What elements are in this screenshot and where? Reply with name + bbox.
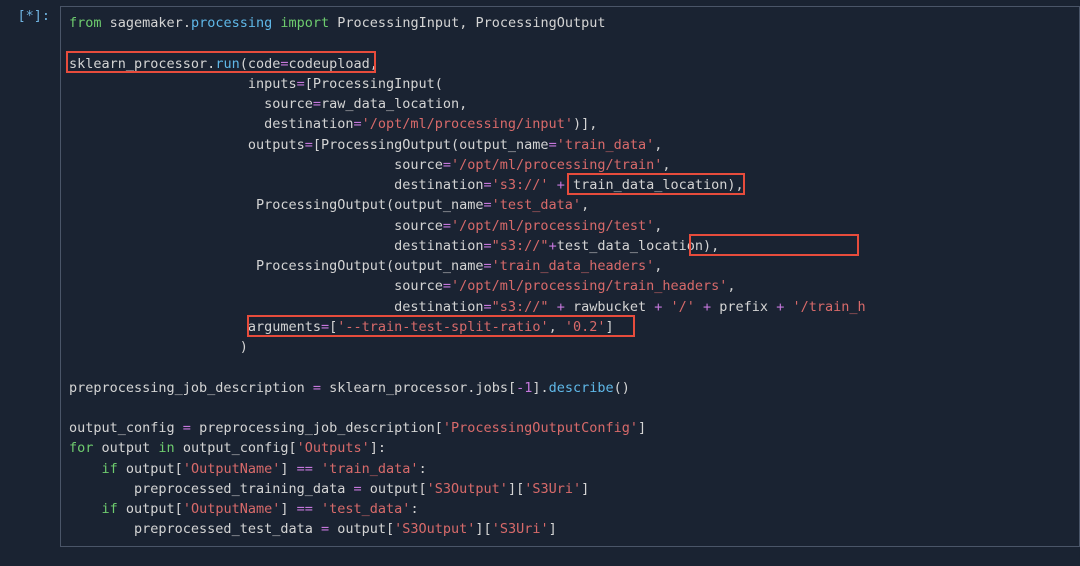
code-content[interactable]: from sagemaker.processing import Process… bbox=[69, 13, 1071, 540]
cell-prompt: [*]: bbox=[8, 6, 60, 547]
notebook-cell: [*]: from sagemaker.processing import Pr… bbox=[0, 0, 1080, 547]
code-editor[interactable]: from sagemaker.processing import Process… bbox=[60, 6, 1080, 547]
